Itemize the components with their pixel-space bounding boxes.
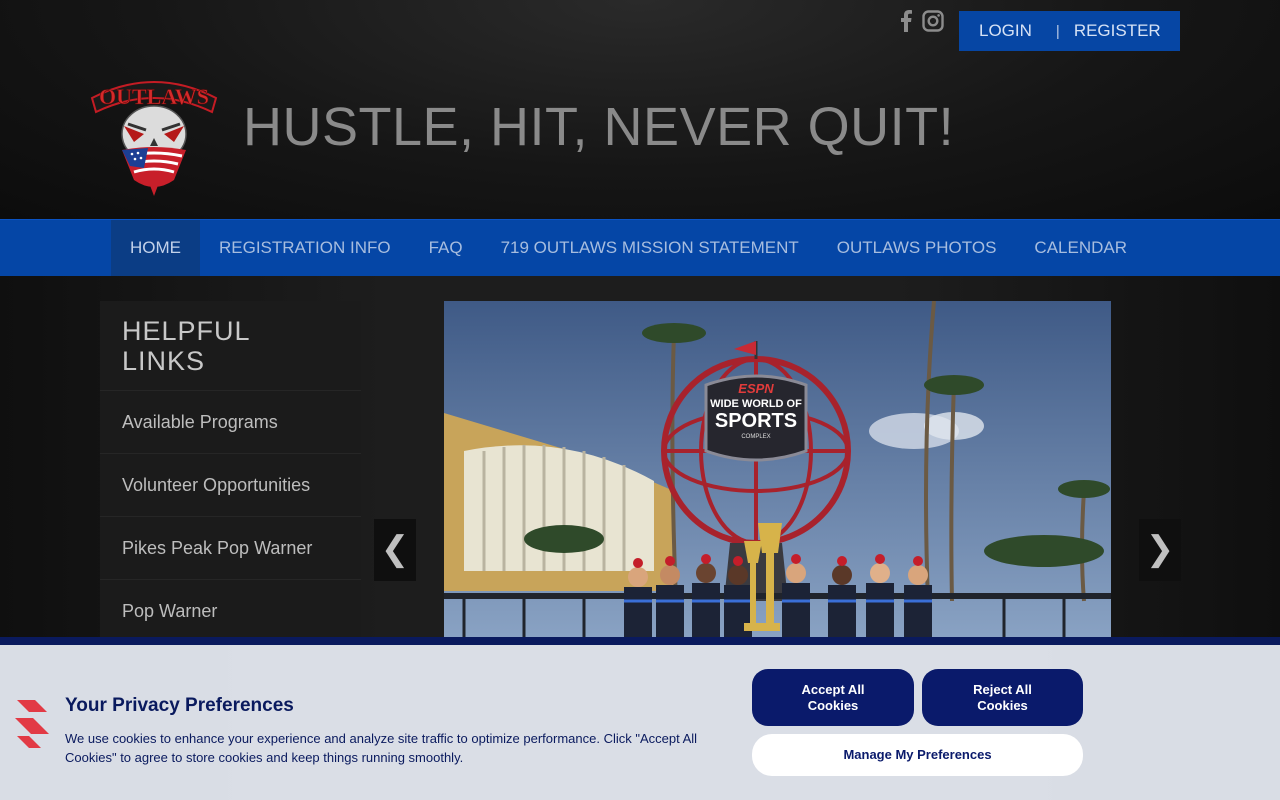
svg-text:COMPLEX: COMPLEX <box>741 434 770 440</box>
privacy-brand-icon <box>13 698 51 755</box>
site-tagline: HUSTLE, HIT, NEVER QUIT! <box>243 97 955 157</box>
facebook-icon[interactable] <box>900 10 912 37</box>
slider-next-button[interactable]: ❯ <box>1139 519 1181 581</box>
cookie-description: We use cookies to enhance your experienc… <box>65 731 698 765</box>
nav-item-mission-statement[interactable]: 719 OUTLAWS MISSION STATEMENT <box>482 220 818 277</box>
nav-item-outlaws-photos[interactable]: OUTLAWS PHOTOS <box>818 220 1016 277</box>
reject-all-cookies-button[interactable]: Reject All Cookies <box>922 669 1083 726</box>
reject-all-cookies-label: Reject All Cookies <box>973 681 1032 713</box>
register-link[interactable]: REGISTER <box>1074 21 1161 41</box>
accept-all-cookies-button[interactable]: Accept All Cookies <box>752 669 914 726</box>
nav-item-calendar[interactable]: CALENDAR <box>1015 220 1146 277</box>
svg-text:ESPN: ESPN <box>738 381 774 396</box>
outlaws-logo[interactable]: OUTLAWS <box>88 68 220 198</box>
cookie-banner: Your Privacy Preferences We use cookies … <box>0 637 1280 800</box>
main-nav: HOME REGISTRATION INFO FAQ 719 OUTLAWS M… <box>0 219 1280 277</box>
accept-all-cookies-label: Accept All Cookies <box>801 681 865 713</box>
sidebar-link-volunteer-opportunities[interactable]: Volunteer Opportunities <box>100 454 361 517</box>
site-header: LOGIN | REGISTER OUTLAWS HUSTLE, HIT, NE… <box>0 0 1280 219</box>
helpful-links-panel: HELPFUL LINKS Available Programs Volunte… <box>100 301 361 643</box>
slideshow-image[interactable]: ESPN WIDE WORLD OF SPORTS COMPLEX <box>444 301 1111 641</box>
login-link[interactable]: LOGIN <box>979 21 1032 41</box>
nav-item-faq[interactable]: FAQ <box>410 220 482 277</box>
slider-prev-button[interactable]: ❮ <box>374 519 416 581</box>
manage-preferences-button[interactable]: Manage My Preferences <box>752 734 1083 776</box>
auth-separator: | <box>1055 22 1060 40</box>
sidebar-link-pop-warner[interactable]: Pop Warner <box>100 580 361 643</box>
auth-bar: LOGIN | REGISTER <box>959 11 1180 51</box>
sidebar-link-pikes-peak-pop-warner[interactable]: Pikes Peak Pop Warner <box>100 517 361 580</box>
svg-text:WIDE WORLD OF: WIDE WORLD OF <box>710 398 802 410</box>
nav-item-home[interactable]: HOME <box>111 220 200 277</box>
helpful-links-title: HELPFUL LINKS <box>100 301 361 391</box>
svg-text:SPORTS: SPORTS <box>715 410 797 432</box>
cookie-title: Your Privacy Preferences <box>65 695 294 716</box>
nav-item-registration-info[interactable]: REGISTRATION INFO <box>200 220 410 277</box>
sidebar-link-available-programs[interactable]: Available Programs <box>100 391 361 454</box>
social-links <box>900 10 944 37</box>
instagram-icon[interactable] <box>922 10 944 37</box>
